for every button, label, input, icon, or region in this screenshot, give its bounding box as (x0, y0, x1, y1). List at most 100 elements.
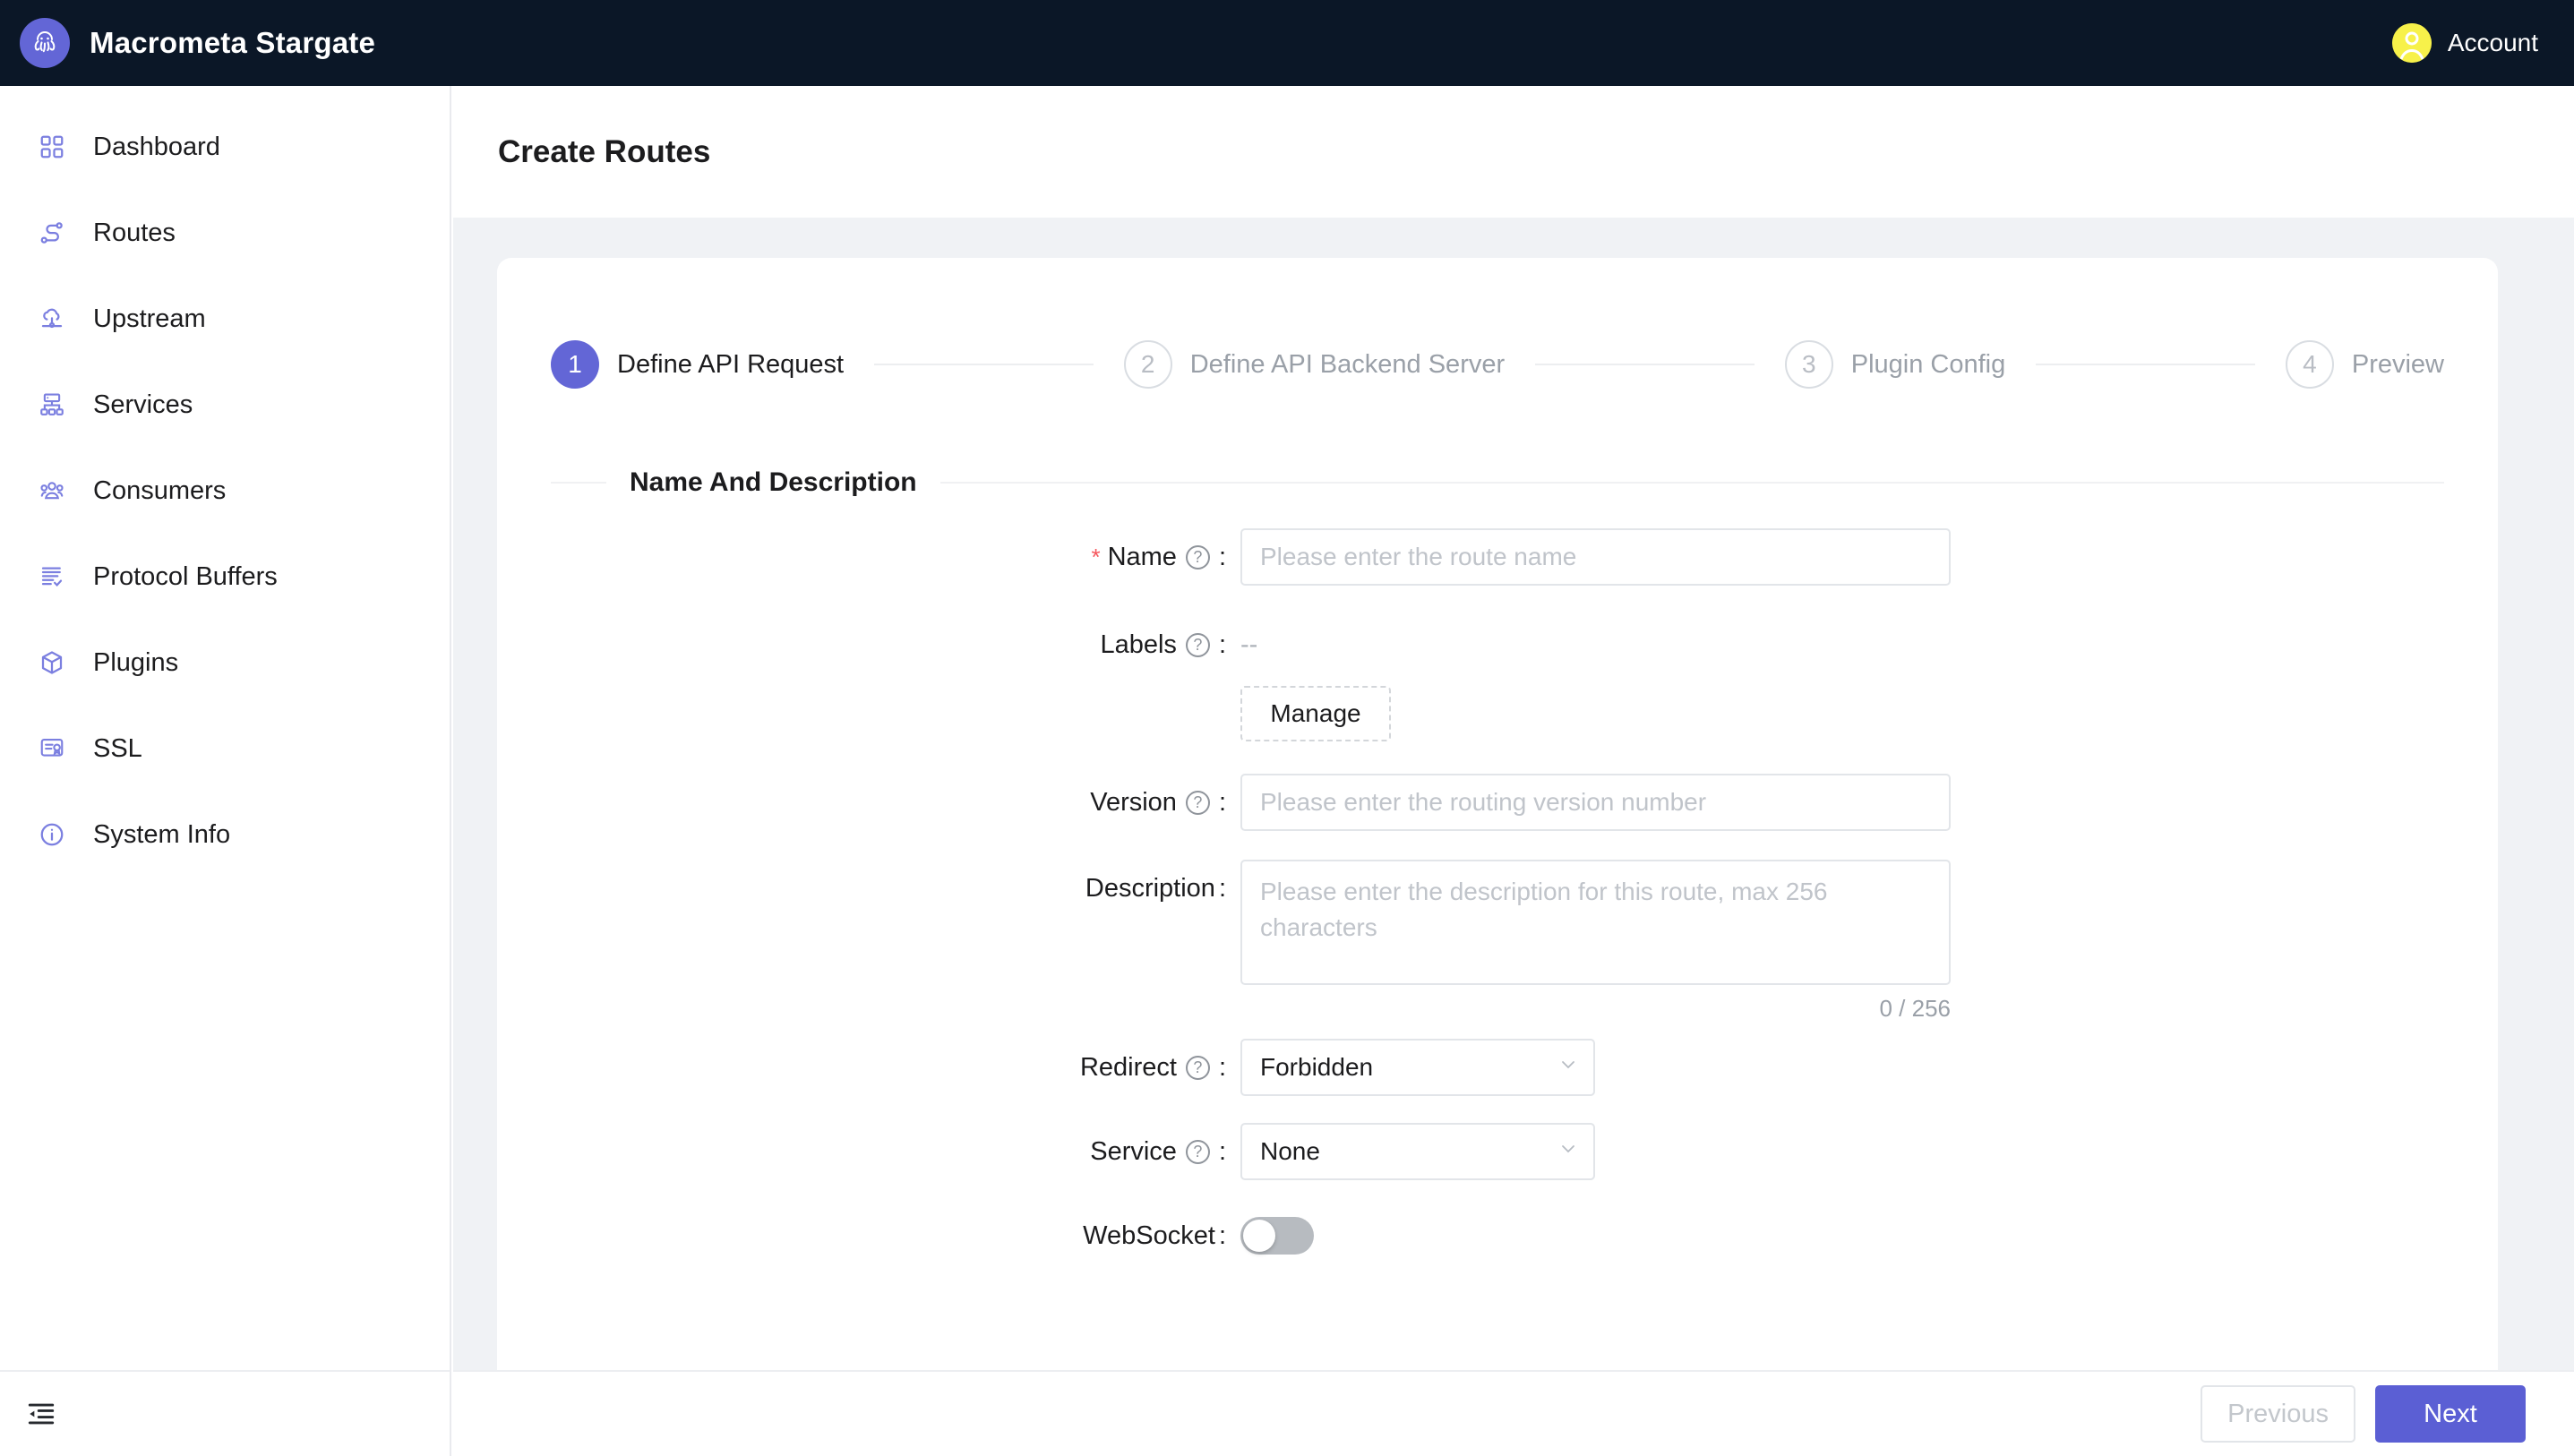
sidebar-item-consumers[interactable]: Consumers (0, 448, 450, 534)
description-textarea[interactable] (1240, 860, 1951, 985)
sidebar-item-services[interactable]: Services (0, 362, 450, 448)
label-colon: : (1218, 873, 1226, 903)
redirect-label: Redirect ? : (497, 1039, 1240, 1096)
section-divider-left (551, 482, 606, 484)
labels-label: Labels ? : (497, 616, 1240, 673)
sidebar: Dashboard Routes Upstream Services Consu… (0, 86, 451, 1456)
sidebar-item-label: Plugins (93, 647, 179, 677)
manage-labels-button[interactable]: Manage (1240, 686, 1391, 741)
field-version: Version ? : (497, 774, 2498, 831)
required-marker: * (1091, 544, 1101, 570)
name-input[interactable] (1240, 528, 1951, 586)
step-connector (2036, 364, 2255, 365)
step-plugin-config[interactable]: 3 Plugin Config (1784, 340, 2006, 389)
step-define-api-request[interactable]: 1 Define API Request (551, 340, 844, 389)
sidebar-item-label: Upstream (93, 304, 206, 333)
section-name-and-description: Name And Description (497, 467, 2444, 498)
question-circle-icon[interactable]: ? (1185, 544, 1210, 570)
dashboard-grid-icon (34, 129, 70, 165)
sidebar-footer (0, 1370, 450, 1456)
redirect-selected-value: Forbidden (1260, 1053, 1374, 1081)
protocol-buffers-doc-icon (34, 559, 70, 595)
redirect-label-text: Redirect (1079, 1052, 1177, 1082)
upstream-cloud-icon (34, 301, 70, 337)
sidebar-item-plugins[interactable]: Plugins (0, 620, 450, 706)
description-label: Description : (497, 860, 1240, 917)
field-websocket: WebSocket : (497, 1207, 2498, 1264)
sidebar-item-label: Consumers (93, 475, 227, 505)
chevron-down-icon (1557, 1138, 1579, 1166)
label-colon: : (1218, 787, 1226, 817)
ssl-certificate-icon (34, 731, 70, 767)
field-name: * Name ? : (497, 528, 2498, 586)
step-progress: 1 Define API Request 2 Define API Backen… (551, 340, 2444, 389)
field-service: Service ? : None (497, 1123, 2498, 1180)
sidebar-item-protocol-buffers[interactable]: Protocol Buffers (0, 534, 450, 620)
step-label: Preview (2351, 349, 2445, 379)
account-label: Account (2447, 29, 2538, 56)
description-label-text: Description (1085, 873, 1215, 903)
step-preview[interactable]: 4 Preview (2285, 340, 2445, 389)
page-header: Create Routes (453, 86, 2574, 218)
account-menu[interactable]: Account (2391, 23, 2574, 63)
field-description: Description : 0 / 256 (497, 860, 2498, 1023)
sidebar-item-ssl[interactable]: SSL (0, 706, 450, 792)
user-avatar-icon (2391, 23, 2432, 63)
step-number: 4 (2285, 340, 2334, 389)
redirect-select[interactable]: Forbidden (1240, 1039, 1595, 1096)
sidebar-item-label: Services (93, 390, 193, 419)
step-number: 3 (1784, 340, 1833, 389)
field-redirect: Redirect ? : Forbidden (497, 1039, 2498, 1096)
label-colon: : (1218, 1220, 1226, 1250)
label-colon: : (1218, 542, 1226, 571)
top-bar: Macrometa Stargate Account (0, 0, 2574, 86)
question-circle-icon[interactable]: ? (1185, 632, 1210, 657)
wizard-footer: Previous Next (453, 1370, 2574, 1456)
labels-value: -- (1240, 630, 1258, 659)
sidebar-item-dashboard[interactable]: Dashboard (0, 104, 450, 190)
service-select[interactable]: None (1240, 1123, 1595, 1180)
main-content: Create Routes 1 Define API Request 2 Def… (453, 86, 2574, 1456)
next-button[interactable]: Next (2375, 1385, 2526, 1443)
step-number: 2 (1123, 340, 1172, 389)
version-input[interactable] (1240, 774, 1951, 831)
create-routes-card: 1 Define API Request 2 Define API Backen… (497, 258, 2498, 1425)
sidebar-item-label: Routes (93, 218, 176, 247)
routes-path-icon (34, 215, 70, 251)
services-hierarchy-icon (34, 387, 70, 423)
toggle-knob (1243, 1220, 1275, 1252)
sidebar-item-system-info[interactable]: System Info (0, 792, 450, 878)
sidebar-item-label: Dashboard (93, 132, 220, 161)
step-label: Define API Request (617, 349, 845, 379)
menu-fold-icon[interactable] (20, 1392, 63, 1435)
name-label: * Name ? : (497, 528, 1240, 586)
service-label: Service ? : (497, 1123, 1240, 1180)
step-label: Plugin Config (1850, 349, 2006, 379)
sidebar-item-upstream[interactable]: Upstream (0, 276, 450, 362)
question-circle-icon[interactable]: ? (1185, 790, 1210, 815)
brand[interactable]: Macrometa Stargate (0, 18, 375, 68)
label-colon: : (1218, 1136, 1226, 1166)
name-label-text: Name (1107, 542, 1177, 571)
service-label-text: Service (1090, 1136, 1177, 1166)
step-connector (874, 364, 1094, 365)
labels-label-text: Labels (1100, 630, 1177, 659)
step-define-api-backend-server[interactable]: 2 Define API Backend Server (1123, 340, 1506, 389)
description-char-counter: 0 / 256 (1879, 995, 1951, 1022)
websocket-toggle[interactable] (1240, 1217, 1314, 1255)
question-circle-icon[interactable]: ? (1185, 1055, 1210, 1080)
question-circle-icon[interactable]: ? (1185, 1139, 1210, 1164)
labels-manage-spacer (497, 686, 1240, 743)
field-labels: Labels ? : -- (497, 616, 2498, 673)
service-selected-value: None (1260, 1137, 1320, 1165)
step-label: Define API Backend Server (1189, 349, 1506, 379)
brand-title: Macrometa Stargate (90, 26, 376, 59)
system-info-icon (34, 817, 70, 852)
sidebar-item-label: SSL (93, 733, 142, 763)
previous-button[interactable]: Previous (2201, 1385, 2355, 1443)
sidebar-nav: Dashboard Routes Upstream Services Consu… (0, 86, 450, 878)
websocket-label-text: WebSocket (1083, 1220, 1215, 1250)
version-label: Version ? : (497, 774, 1240, 831)
sidebar-item-routes[interactable]: Routes (0, 190, 450, 276)
websocket-label: WebSocket : (497, 1207, 1240, 1264)
